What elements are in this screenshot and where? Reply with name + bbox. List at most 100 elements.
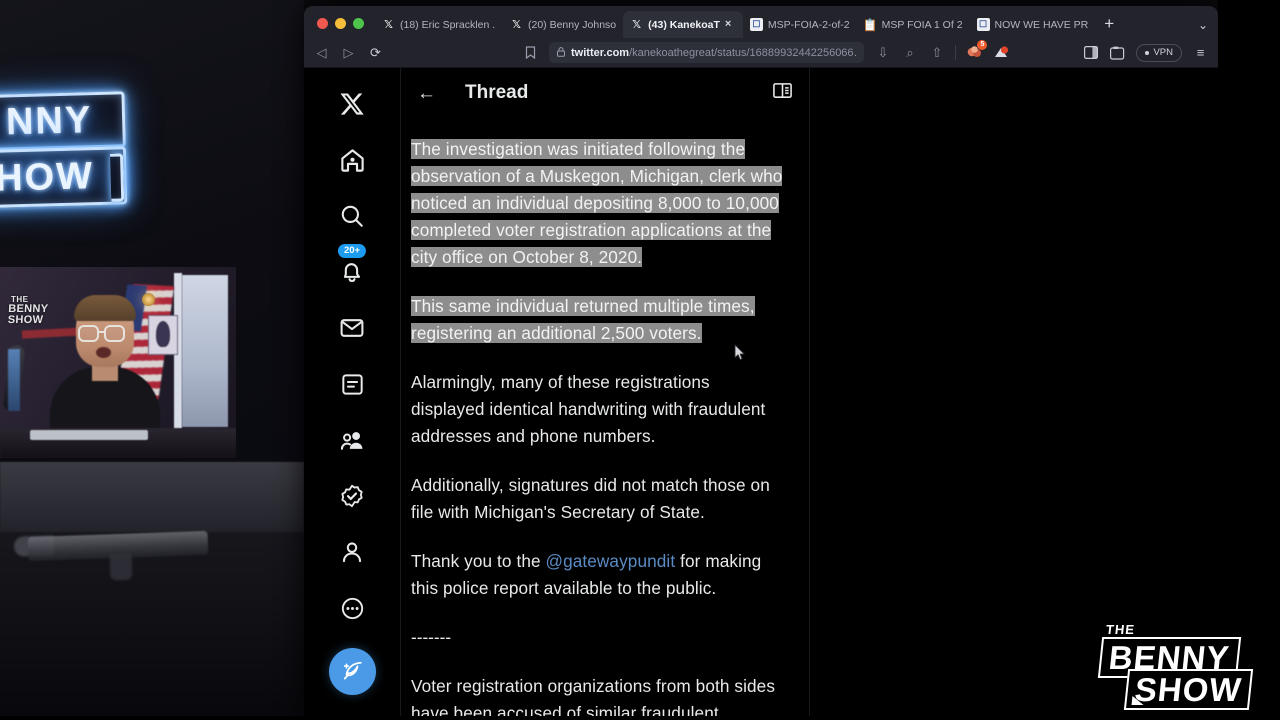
compose-post-button[interactable] [328,648,376,695]
eyeglasses-bridge [99,331,106,333]
sidebar-item-x-logo[interactable] [330,82,374,126]
webcam-video-inset: THE BENNY SHOW [0,267,238,460]
tab-list-chevron-icon[interactable]: ⌄ [1198,19,1208,31]
browser-tab-title: NOW WE HAVE PR [994,18,1089,31]
browser-tab-strip: 𝕏 (18) Eric Spracklen ... 𝕏 (20) Benny J… [304,6,1218,38]
tweet-paragraph-1: The investigation was initiated followin… [411,136,785,271]
maximize-window-button[interactable] [353,18,364,29]
browser-tab-0[interactable]: 𝕏 (18) Eric Spracklen ... [375,11,503,38]
tweet-paragraph-1-text: The investigation was initiated followin… [411,139,783,267]
share-icon[interactable]: ⇧ [928,44,945,61]
hanging-lamp [142,293,155,306]
back-icon[interactable]: ◁ [313,44,330,61]
host-mouth [96,347,111,358]
browser-tab-1[interactable]: 𝕏 (20) Benny Johnso [503,11,624,38]
address-bar[interactable]: twitter.com/kanekoathegreat/status/16889… [549,42,865,63]
window-traffic-lights [310,18,375,38]
compose-feather-icon [343,661,362,680]
vpn-label: VPN [1153,47,1173,58]
reload-icon[interactable]: ⟳ [367,44,384,61]
download-icon[interactable]: ⇩ [874,44,891,61]
new-tab-button[interactable]: + [1095,15,1123,38]
sidebar-item-notifications[interactable]: 20+ [330,244,374,294]
tweet-text-body: The investigation was initiated followin… [401,118,809,720]
webcam-watermark: THE BENNY SHOW [7,295,70,329]
wall-picture-art [156,321,170,347]
browser-tab-2-active[interactable]: 𝕏 (43) KanekoaT × [623,11,743,38]
document-icon: ☐ [976,18,990,31]
tab-group-icon[interactable] [1109,44,1126,61]
twitter-page: 20+ ← Thread The investigation was initi… [304,68,1218,720]
zoom-search-icon[interactable]: ⌕ [901,44,918,61]
close-window-button[interactable] [317,18,328,29]
x-logo-icon: 𝕏 [512,18,521,31]
sidebar-toggle-icon[interactable] [1082,44,1099,61]
sidebar-item-communities[interactable] [330,418,374,462]
home-icon [340,148,364,172]
studio-props-area [0,462,304,720]
neon-sign-line1: NNY [0,91,126,152]
forward-icon[interactable]: ▷ [340,44,357,61]
url-path: /kanekoathegreat/status/1688993244225606… [629,46,857,59]
x-logo-icon: 𝕏 [632,18,642,31]
clipboard-icon: 📋 [862,17,878,32]
tweet-thanks-prefix: Thank you to the [411,551,546,571]
browser-tab-title: (20) Benny Johnso [528,18,617,31]
url-domain: twitter.com [571,46,630,59]
browser-menu-icon[interactable]: ≡ [1192,44,1209,61]
minimize-window-button[interactable] [335,18,346,29]
neon-sign-line2: HOW [0,146,128,209]
tweet-paragraph-3: Alarmingly, many of these registrations … [411,372,766,446]
tweet-paragraph-2: This same individual returned multiple t… [411,293,785,347]
browser-tab-3[interactable]: ☐ MSP-FOIA-2-of-2 [742,11,857,38]
page-title: Thread [465,82,529,103]
mention-link-gatewaypundit[interactable]: @gatewaypundit [546,551,676,571]
logo-the-text: THE [1105,622,1136,637]
sidebar-item-grok[interactable] [330,362,374,406]
premium-badge-icon [341,484,363,508]
browser-tab-title: (18) Eric Spracklen ... [400,18,496,31]
extension-2-icon[interactable] [993,44,1010,61]
reader-mode-icon[interactable] [772,80,793,106]
browser-tab-title: MSP-FOIA-2-of-2 [767,18,850,31]
browser-tab-4[interactable]: 📋 MSP FOIA 1 Of 2 [856,11,970,38]
vpn-status-dot [1145,50,1150,55]
sidebar-item-explore[interactable] [330,194,374,238]
eyeglasses-left-lens [78,325,99,342]
sidebar-item-home[interactable] [330,138,374,182]
webcam-watermark-title: BENNY SHOW [7,303,49,326]
sidebar-item-profile[interactable] [330,530,374,574]
notifications-bell-icon [343,263,361,282]
browser-tab-5[interactable]: ☐ NOW WE HAVE PR [969,11,1096,38]
twitter-nav-rail: 20+ [304,68,400,720]
prop-rifle-magazine [109,553,133,581]
monitor-edge [8,349,20,411]
x-logo-icon [340,93,364,115]
sidebar-item-more[interactable] [330,586,374,630]
messages-envelope-icon [340,319,364,337]
neon-sign-tail [110,153,125,202]
extension-1-badge-count: 5 [977,40,988,50]
grok-icon [341,373,363,395]
neon-benny-show-sign: NNY HOW [0,90,162,217]
x-logo-icon: 𝕏 [384,18,393,31]
close-tab-icon[interactable]: × [725,19,736,30]
broadcast-stage: NNY HOW THE BENNY SHOW 𝕏 (18) Eric Sprac… [0,0,1280,720]
doorway-light [182,275,228,427]
vpn-toggle-button[interactable]: VPN [1136,43,1182,62]
benny-show-logo: THE BENNY SHOW [1097,622,1266,710]
logo-speech-tail [1131,696,1145,705]
tweet-paragraph-5: Thank you to the @gatewaypundit for maki… [411,548,785,602]
thread-main-column: ← Thread The investigation was initiated… [400,68,810,720]
sidebar-item-premium[interactable] [330,474,374,518]
sidebar-item-messages[interactable] [330,306,374,350]
bookmark-icon[interactable] [522,44,539,61]
communities-icon [340,431,362,450]
prop-table [0,462,304,532]
back-arrow-icon[interactable]: ← [417,84,437,103]
tweet-paragraph-2-text: This same individual returned multiple t… [411,296,755,343]
letterbox-right [1218,0,1280,720]
tweet-separator: ------- [411,627,452,647]
extension-1-icon[interactable]: 5 [966,40,988,61]
browser-tab-title: (43) KanekoaT [648,18,720,31]
